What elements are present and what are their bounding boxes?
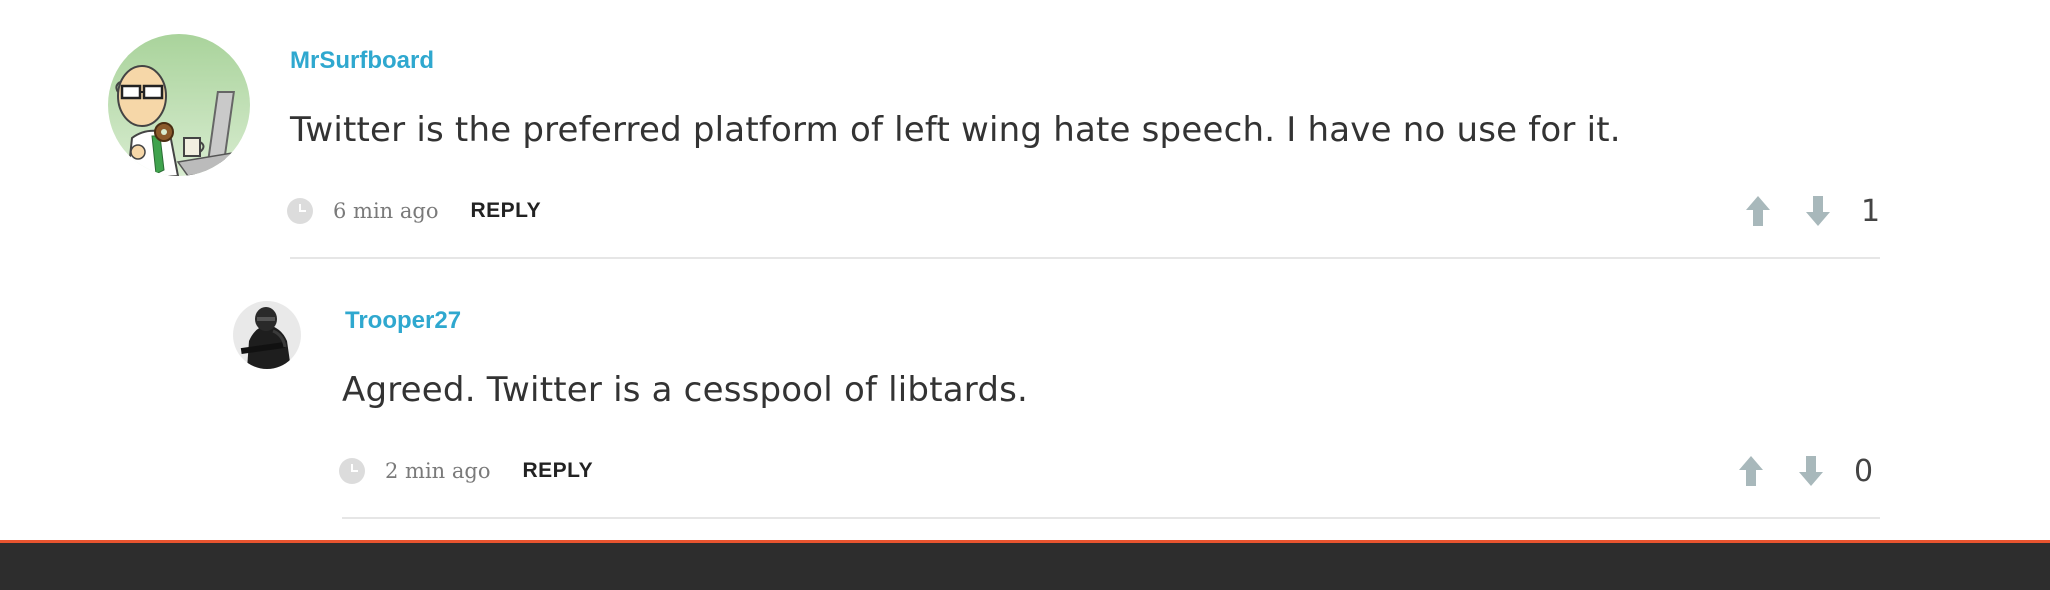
comment-meta: 2 min ago REPLY xyxy=(339,455,593,487)
comment-body: Agreed. Twitter is a cesspool of libtard… xyxy=(342,370,1029,410)
comment-timestamp: 6 min ago xyxy=(333,199,439,223)
armored-soldier-avatar-icon xyxy=(233,301,301,369)
vote-controls: 0 xyxy=(1738,451,1873,491)
comment-username[interactable]: MrSurfboard xyxy=(290,47,434,75)
comments-page: MrSurfboard Twitter is the preferred pla… xyxy=(0,0,2050,590)
upvote-arrow-icon[interactable] xyxy=(1738,454,1764,488)
comment-meta: 6 min ago REPLY xyxy=(287,195,541,227)
comment-divider xyxy=(342,517,1880,519)
reply-button[interactable]: REPLY xyxy=(522,459,593,483)
clock-icon xyxy=(287,198,313,224)
downvote-arrow-icon[interactable] xyxy=(1798,454,1824,488)
comment-body: Twitter is the preferred platform of lef… xyxy=(290,110,1621,150)
vote-controls: 1 xyxy=(1745,191,1880,231)
reply-button[interactable]: REPLY xyxy=(470,199,541,223)
comment-timestamp: 2 min ago xyxy=(385,459,491,483)
user-avatar[interactable] xyxy=(233,301,301,369)
downvote-arrow-icon[interactable] xyxy=(1805,194,1831,228)
clock-icon xyxy=(339,458,365,484)
cartoon-office-worker-avatar-icon xyxy=(108,34,250,176)
upvote-arrow-icon[interactable] xyxy=(1745,194,1771,228)
site-footer xyxy=(0,540,2050,590)
comment-username[interactable]: Trooper27 xyxy=(345,307,461,335)
vote-score: 1 xyxy=(1861,193,1881,229)
vote-score: 0 xyxy=(1854,453,1874,489)
comment-divider xyxy=(290,257,1880,259)
user-avatar[interactable] xyxy=(108,34,250,176)
